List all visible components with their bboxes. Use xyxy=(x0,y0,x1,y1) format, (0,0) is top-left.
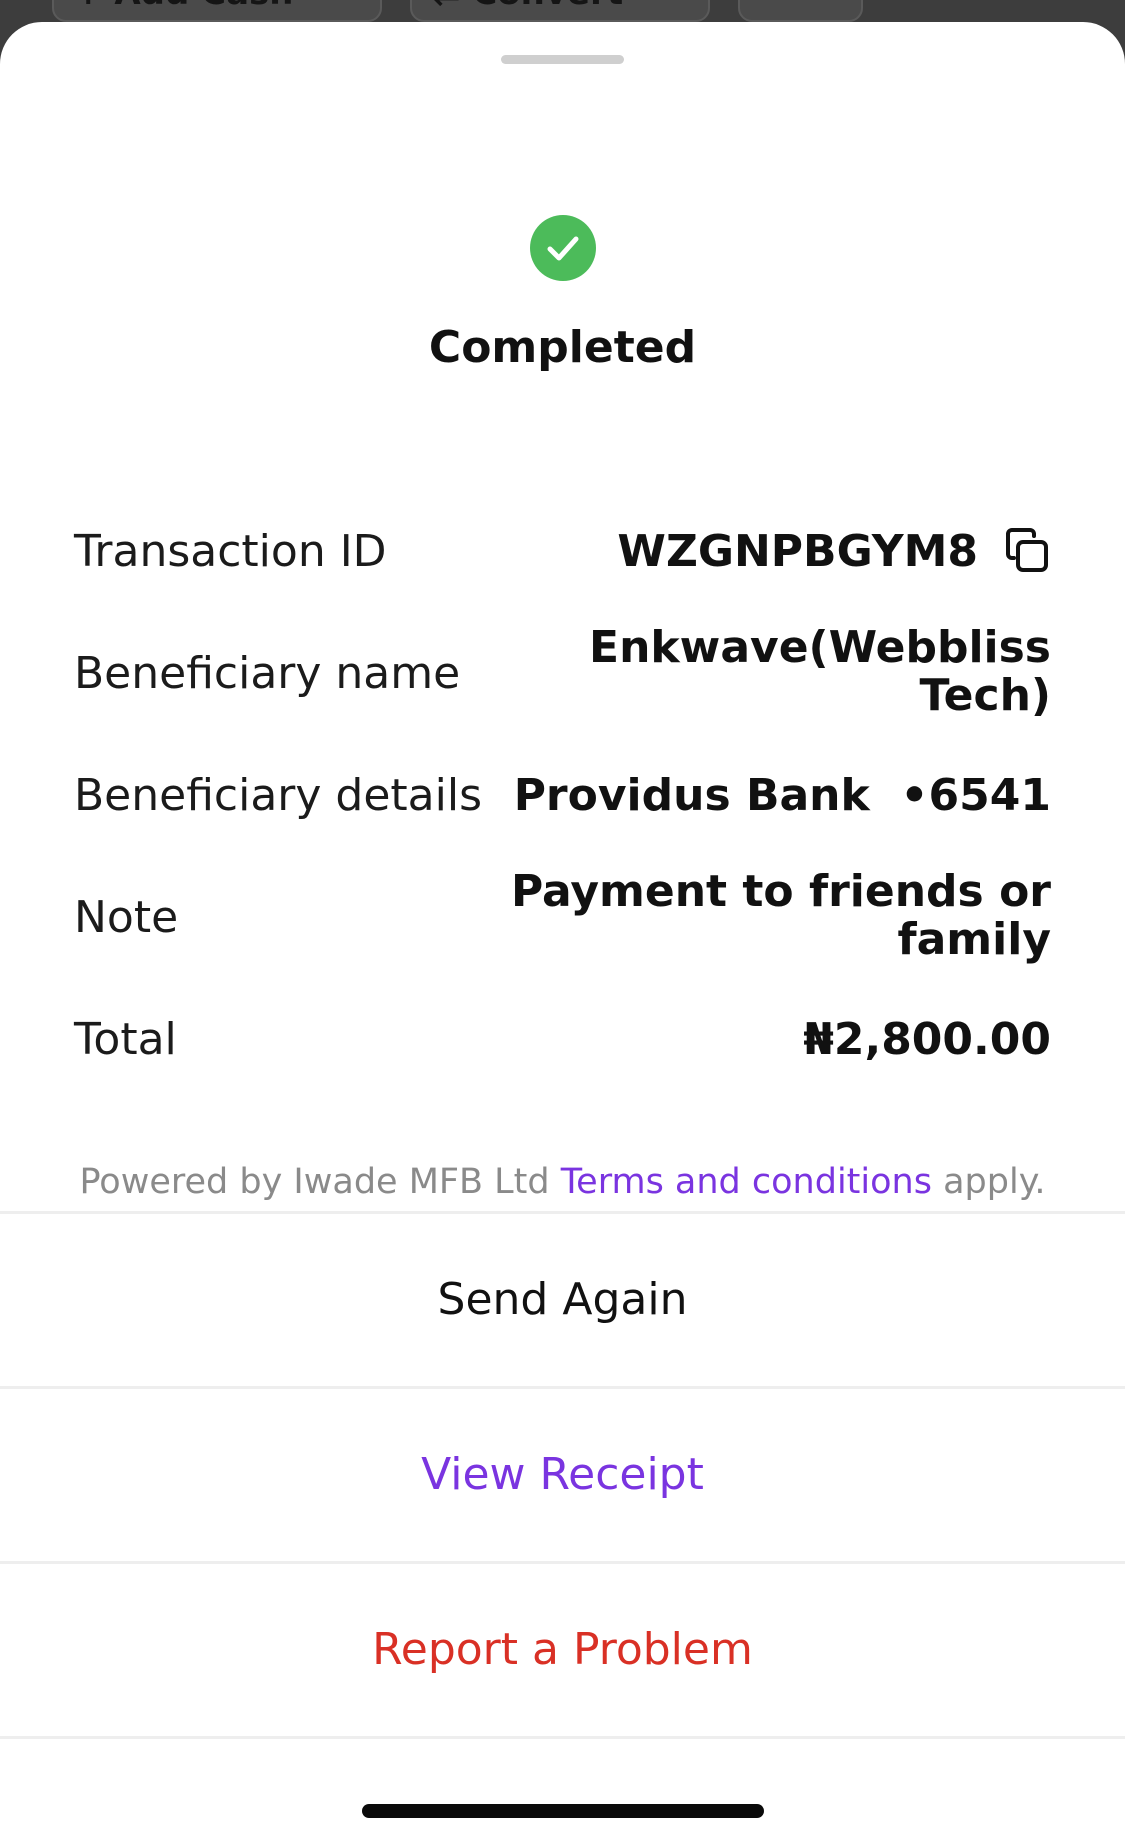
apply-text: apply. xyxy=(931,1162,1046,1202)
send-again-button[interactable]: Send Again xyxy=(0,1214,1125,1386)
report-problem-button[interactable]: Report a Problem xyxy=(0,1564,1125,1736)
total-label: Total xyxy=(74,1014,177,1065)
transaction-id-label: Transaction ID xyxy=(74,526,387,577)
view-receipt-button[interactable]: View Receipt xyxy=(0,1389,1125,1561)
note-label: Note xyxy=(74,892,179,943)
divider xyxy=(0,1736,1125,1739)
transaction-sheet: Completed Transaction ID WZGNPBGYM8 Bene… xyxy=(0,22,1125,1843)
copy-icon[interactable] xyxy=(1003,527,1051,575)
note-line1: Payment to friends or xyxy=(510,866,1051,917)
check-circle-icon xyxy=(530,215,596,281)
transaction-id-value: WZGNPBGYM8 xyxy=(617,526,978,577)
sheet-grabber[interactable] xyxy=(501,55,624,64)
add-cash-button: + Add Cash xyxy=(52,0,382,22)
beneficiary-details-value: Providus Bank •6541 xyxy=(513,770,1051,821)
powered-by-text: Powered by Iwade MFB Ltd xyxy=(79,1162,561,1202)
note-value: Payment to friends or family xyxy=(511,868,1051,964)
beneficiary-name-line1: Enkwave(Webbliss xyxy=(589,622,1051,673)
total-value: ₦2,800.00 xyxy=(803,1014,1051,1065)
home-indicator[interactable] xyxy=(362,1804,764,1818)
convert-button: ⇄ Convert xyxy=(410,0,710,22)
status-title: Completed xyxy=(428,322,697,373)
beneficiary-details-label: Beneficiary details xyxy=(74,770,483,821)
beneficiary-name-line2: Tech) xyxy=(919,670,1051,721)
beneficiary-name-label: Beneficiary name xyxy=(74,648,461,699)
more-chip xyxy=(738,0,863,22)
note-line2: family xyxy=(897,914,1051,965)
beneficiary-name-value: Enkwave(Webbliss Tech) xyxy=(589,624,1051,720)
terms-link[interactable]: Terms and conditions xyxy=(561,1162,932,1202)
powered-by-footer: Powered by Iwade MFB Ltd Terms and condi… xyxy=(0,1162,1125,1202)
